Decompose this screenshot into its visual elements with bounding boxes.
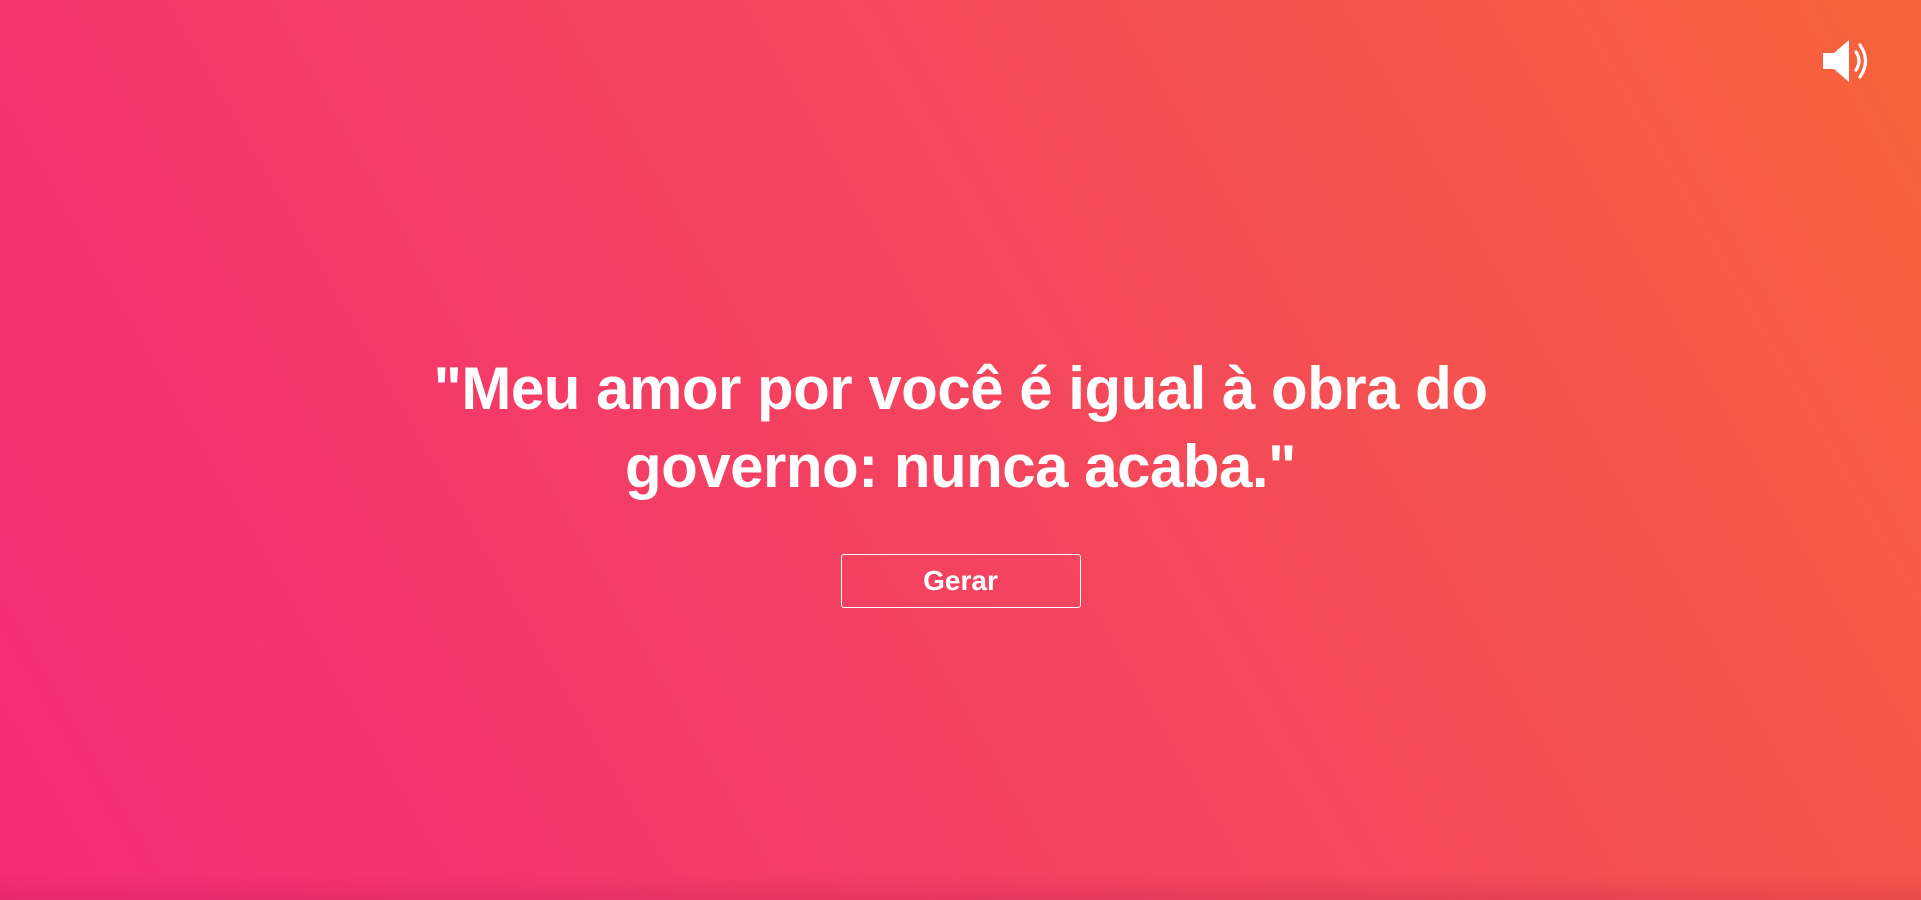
speaker-volume-icon: [1820, 34, 1874, 88]
quote-container: "Meu amor por você é igual à obra do gov…: [0, 350, 1921, 608]
generate-button[interactable]: Gerar: [840, 554, 1081, 608]
quote-text: "Meu amor por você é igual à obra do gov…: [433, 355, 1488, 500]
sound-toggle-button[interactable]: [1820, 34, 1874, 88]
background-stage: "Meu amor por você é igual à obra do gov…: [0, 0, 1921, 900]
